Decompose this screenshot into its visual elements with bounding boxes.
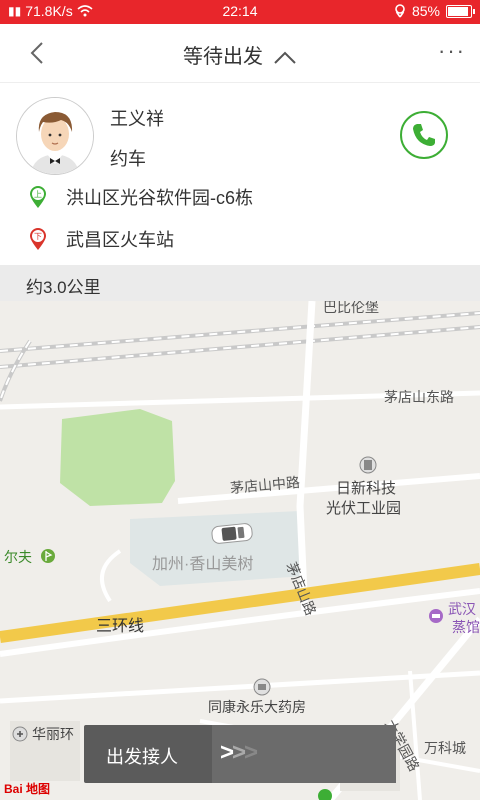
dropoff-badge: 下 (34, 232, 42, 241)
map-label: 华丽环 (32, 726, 74, 742)
map-label: 加州·香山美树 (152, 556, 254, 573)
slide-arrows-icon[interactable]: >>> (220, 739, 258, 767)
pickup-address-row: 上 洪山区光谷软件园-c6栋 (28, 184, 253, 210)
chevron-up-icon[interactable] (273, 51, 297, 65)
pickup-badge: 上 (34, 190, 42, 199)
page-title-text: 等待出发 (183, 46, 263, 68)
battery-percent: 85% (411, 3, 440, 19)
map-label: 日新科技 (336, 480, 397, 497)
map-label: 巴比伦堡 (323, 301, 379, 315)
passenger-name: 王义祥 (110, 109, 164, 129)
distance-bar: 约3.0公里 (0, 265, 480, 301)
baidu-map-logo: Bai 地图 (4, 782, 51, 796)
passenger-card: 王义祥 约车 上 洪山区光谷软件园-c6栋 下 武昌区火车站 (0, 83, 480, 265)
hotel-poi-icon (429, 609, 443, 623)
map-label: 万科城 (424, 740, 466, 756)
pickup-address: 洪山区光谷软件园-c6栋 (66, 188, 254, 208)
hospital-poi-icon (12, 726, 28, 742)
dropoff-address-row: 下 武昌区火车站 (28, 226, 174, 252)
depart-label: 出发接人 (106, 747, 178, 767)
depart-pickup-slider[interactable]: 出发接人 >>> (84, 725, 396, 783)
passenger-avatar-icon (17, 98, 93, 174)
golf-poi-icon (41, 549, 55, 563)
transit-poi-icon (318, 789, 332, 800)
map-label: 三环线 (96, 618, 145, 635)
battery-icon (446, 4, 475, 18)
dropoff-address: 武昌区火车站 (66, 230, 174, 250)
map-label: 尔夫 (4, 549, 32, 565)
map-label: 光伏工业园 (326, 500, 402, 517)
status-bar: ▮▮ 71.8K/s 22:14 85% (0, 0, 480, 24)
header-bar: 等待出发 ··· (0, 24, 480, 83)
phone-icon (413, 124, 435, 146)
car-marker-icon (211, 523, 253, 544)
page-title[interactable]: 等待出发 (0, 40, 480, 69)
map-label: 同康永乐大药房 (208, 699, 306, 715)
order-type: 约车 (110, 149, 146, 169)
call-button[interactable] (400, 111, 448, 159)
pickup-pin-icon: 上 (30, 186, 46, 208)
building-poi-icon (359, 456, 377, 474)
system-indicators: 85% (394, 3, 475, 19)
map-label: 武汉 (448, 601, 476, 617)
pharmacy-poi-icon (253, 678, 271, 696)
map-label: 茅店山东路 (384, 389, 454, 405)
avatar (16, 97, 94, 175)
map-label: 蒸馆 (452, 619, 480, 635)
more-menu-button[interactable]: ··· (438, 38, 466, 64)
location-icon (395, 4, 405, 18)
distance-text: 约3.0公里 (26, 278, 101, 297)
dropoff-pin-icon: 下 (30, 228, 46, 250)
